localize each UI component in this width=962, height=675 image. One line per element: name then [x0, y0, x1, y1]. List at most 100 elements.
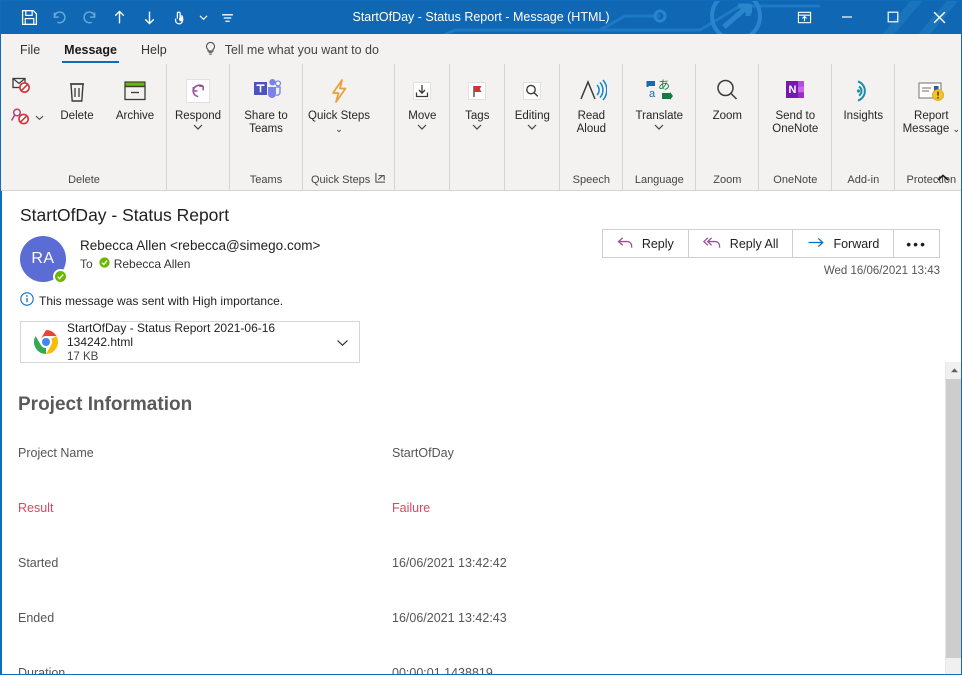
translate-button[interactable]: aあ Translate	[625, 69, 693, 147]
ribbon-group-editing: Editing	[504, 64, 559, 190]
more-actions-button[interactable]: •••	[893, 229, 940, 258]
editing-label: Editing	[514, 110, 550, 122]
onenote-icon: N	[779, 73, 811, 109]
svg-text:あ: あ	[658, 78, 670, 92]
tags-button[interactable]: Tags	[452, 69, 502, 147]
svg-text:a: a	[649, 88, 656, 100]
outlook-message-window: StartOfDay - Status Report - Message (HT…	[0, 0, 962, 675]
junk-chevron-down-icon[interactable]	[35, 109, 44, 127]
quick-access-toolbar	[0, 0, 242, 34]
read-aloud-icon	[575, 73, 608, 109]
report-message-chevron-down-icon[interactable]: ⌄	[952, 124, 960, 134]
avatar[interactable]: RA	[20, 236, 68, 284]
translate-label: Translate	[635, 110, 684, 122]
ignore-icon	[12, 77, 30, 93]
respond-chevron-down-icon[interactable]	[193, 123, 203, 133]
scrollbar-thumb[interactable]	[946, 379, 962, 658]
editing-chevron-down-icon[interactable]	[527, 123, 537, 133]
scrollbar-track[interactable]	[946, 658, 962, 675]
read-aloud-button[interactable]: Read Aloud	[562, 69, 620, 147]
redo-button[interactable]	[74, 3, 104, 31]
quick-steps-dialog-launcher-icon[interactable]	[375, 171, 386, 189]
quick-steps-button[interactable]: Quick Steps ⌄	[305, 69, 373, 147]
reply-all-button[interactable]: Reply All	[687, 229, 794, 258]
collapse-ribbon-button[interactable]	[934, 169, 952, 187]
previous-item-button[interactable]	[104, 3, 134, 31]
group-label-move	[397, 170, 447, 190]
message-body-content: Project Information Project Name StartOf…	[2, 394, 962, 675]
table-row: Started 16/06/2021 13:42:42	[18, 556, 922, 570]
translate-icon: aあ	[642, 73, 676, 109]
attachment-item[interactable]: StartOfDay - Status Report 2021-06-16 13…	[20, 321, 360, 363]
share-to-teams-button[interactable]: Share to Teams	[232, 69, 300, 147]
insights-label: Insights	[843, 110, 884, 122]
move-chevron-down-icon[interactable]	[417, 123, 427, 133]
junk-button[interactable]	[10, 105, 44, 131]
archive-button[interactable]: Archive	[106, 69, 164, 147]
archive-label: Archive	[115, 110, 155, 122]
ribbon-group-addin: Insights Add-in	[831, 64, 894, 190]
undo-button[interactable]	[44, 3, 74, 31]
recipient-chip[interactable]: Rebecca Allen	[99, 257, 190, 271]
tab-help[interactable]: Help	[129, 36, 179, 64]
quick-steps-chevron-down-icon[interactable]: ⌄	[335, 124, 343, 134]
vertical-scrollbar[interactable]	[945, 362, 962, 675]
message-subject: StartOfDay - Status Report	[20, 205, 230, 225]
delete-icon	[61, 73, 93, 109]
recipient-line: To Rebecca Allen	[80, 257, 320, 271]
tab-message[interactable]: Message	[52, 36, 129, 64]
ribbon-group-tags: Tags	[449, 64, 504, 190]
zoom-button[interactable]: Zoom	[698, 69, 756, 147]
report-message-button[interactable]: Report Message ⌄	[897, 69, 962, 147]
report-message-label: Report Message ⌄	[897, 109, 962, 136]
message-body: Project Information Project Name StartOf…	[2, 376, 962, 675]
read-aloud-label: Read Aloud	[576, 110, 607, 135]
group-label-addin: Add-in	[847, 174, 880, 186]
row-value: 16/06/2021 13:42:43	[392, 611, 507, 625]
reply-button[interactable]: Reply	[601, 229, 689, 258]
move-icon	[406, 73, 438, 109]
customize-qat-button[interactable]	[212, 3, 242, 31]
reply-icon	[617, 236, 634, 252]
quick-steps-label: Quick Steps ⌄	[305, 109, 373, 136]
move-button[interactable]: Move	[397, 69, 447, 147]
tab-file[interactable]: File	[8, 36, 52, 64]
ribbon-group-quick-steps: Quick Steps ⌄ Quick Steps	[302, 64, 394, 190]
respond-button[interactable]: Respond	[169, 69, 227, 147]
translate-chevron-down-icon[interactable]	[654, 123, 664, 133]
scroll-up-button[interactable]	[946, 362, 962, 379]
group-label-zoom: Zoom	[713, 174, 742, 186]
editing-button[interactable]: Editing	[507, 69, 557, 147]
group-label-editing	[507, 170, 557, 190]
touch-mode-chevron-icon[interactable]	[194, 3, 212, 31]
tell-me-search[interactable]: Tell me what you want to do	[203, 36, 379, 64]
tags-chevron-down-icon[interactable]	[472, 123, 482, 133]
group-label-protection: Protection	[906, 174, 957, 186]
next-item-button[interactable]	[134, 3, 164, 31]
svg-text:N: N	[789, 84, 797, 96]
delete-button[interactable]: Delete	[48, 69, 106, 147]
lightbulb-icon	[203, 41, 218, 60]
send-to-onenote-button[interactable]: N Send to OneNote	[761, 69, 829, 147]
quick-steps-icon	[323, 73, 355, 109]
ribbon-group-speech: Read Aloud Speech	[559, 64, 622, 190]
ribbon-group-delete: Delete Archive Delete	[2, 64, 166, 190]
sender-info: Rebecca Allen <rebecca@simego.com> To Re…	[68, 236, 320, 284]
forward-button[interactable]: Forward	[792, 229, 895, 258]
row-value: 16/06/2021 13:42:42	[392, 556, 507, 570]
touch-mode-button[interactable]	[164, 3, 194, 31]
attachment-size: 17 KB	[67, 350, 99, 363]
insights-button[interactable]: Insights	[834, 69, 892, 147]
ribbon-display-options-icon[interactable]	[784, 0, 824, 34]
ignore-button[interactable]	[10, 73, 44, 99]
save-button[interactable]	[14, 3, 44, 31]
importance-notice: This message was sent with High importan…	[2, 284, 962, 309]
minimize-button[interactable]	[824, 0, 870, 34]
close-button[interactable]	[916, 0, 962, 34]
sender-name[interactable]: Rebecca Allen <rebecca@simego.com>	[80, 238, 320, 253]
quick-steps-text: Quick Steps	[308, 110, 370, 122]
teams-icon	[250, 73, 282, 109]
attachment-chevron-down-icon[interactable]	[331, 338, 353, 347]
report-message-icon	[914, 73, 948, 109]
maximize-button[interactable]	[870, 0, 916, 34]
